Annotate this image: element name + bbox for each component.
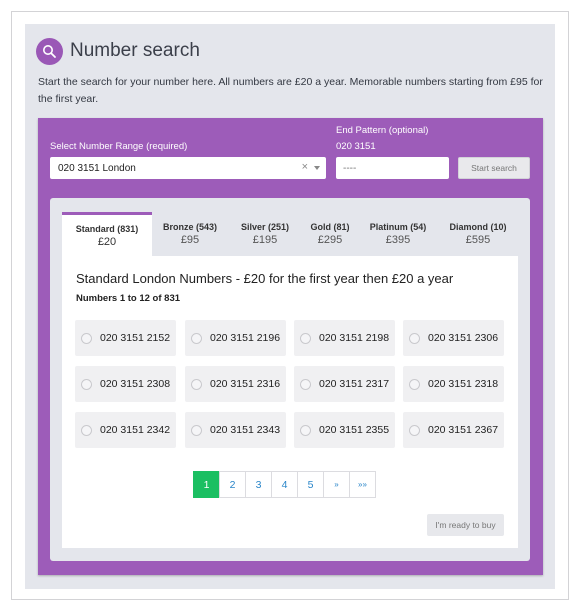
tab-name: Gold (81)	[310, 222, 350, 232]
tab-name: Silver (251)	[240, 222, 290, 232]
last-page-link[interactable]: »»	[349, 471, 376, 498]
radio-icon[interactable]	[191, 424, 202, 436]
phone-number: 020 3151 2198	[319, 332, 390, 344]
phone-number: 020 3151 2317	[319, 378, 390, 390]
tab-price: £20	[97, 235, 117, 248]
clear-icon[interactable]: ×	[302, 161, 308, 173]
radio-icon[interactable]	[191, 332, 202, 344]
radio-icon[interactable]	[81, 332, 92, 344]
tab-price: £595	[465, 234, 491, 246]
magnifier-icon	[36, 37, 63, 65]
number-option[interactable]: 020 3151 2316	[185, 366, 286, 402]
tab-name: Platinum (54)	[369, 222, 427, 232]
radio-icon[interactable]	[409, 378, 420, 390]
start-search-button[interactable]: Start search	[458, 157, 530, 179]
phone-number: 020 3151 2152	[100, 332, 171, 344]
phone-number: 020 3151 2355	[319, 424, 390, 436]
tab-diamond[interactable]: Diamond (10) £595	[438, 212, 518, 256]
number-option[interactable]: 020 3151 2317	[294, 366, 395, 402]
number-option[interactable]: 020 3151 2196	[185, 320, 286, 356]
number-option[interactable]: 020 3151 2367	[403, 412, 504, 448]
number-option[interactable]: 020 3151 2308	[75, 366, 176, 402]
radio-icon[interactable]	[409, 332, 420, 344]
chevron-down-icon[interactable]	[314, 166, 320, 170]
tier-tabs: Standard (831) £20 Bronze (543) £95 Silv…	[62, 212, 518, 256]
number-range-select[interactable]: 020 3151 London ×	[50, 157, 326, 179]
page-title: Number search	[70, 40, 200, 61]
header: Number search	[36, 36, 200, 66]
tab-price: £195	[252, 234, 278, 246]
number-range-value: 020 3151 London	[58, 162, 136, 174]
number-option[interactable]: 020 3151 2342	[75, 412, 176, 448]
phone-number: 020 3151 2342	[100, 424, 171, 436]
radio-icon[interactable]	[81, 378, 92, 390]
tab-price: £395	[385, 234, 411, 246]
radio-icon[interactable]	[300, 424, 311, 436]
phone-number: 020 3151 2316	[210, 378, 281, 390]
number-option[interactable]: 020 3151 2306	[403, 320, 504, 356]
tab-name: Bronze (543)	[162, 222, 217, 232]
number-option[interactable]: 020 3151 2198	[294, 320, 395, 356]
page-2-link[interactable]: 2	[219, 471, 246, 498]
radio-icon[interactable]	[300, 332, 311, 344]
results-count: Numbers 1 to 12 of 831	[76, 293, 181, 304]
page-4-link[interactable]: 4	[271, 471, 298, 498]
range-label: Select Number Range (required)	[50, 141, 188, 152]
tab-platinum[interactable]: Platinum (54) £395	[358, 212, 438, 256]
radio-icon[interactable]	[81, 424, 92, 436]
phone-number: 020 3151 2196	[210, 332, 281, 344]
tab-name: Standard (831)	[75, 223, 139, 234]
page-5-link[interactable]: 5	[297, 471, 324, 498]
tab-standard[interactable]: Standard (831) £20	[62, 212, 152, 256]
radio-icon[interactable]	[409, 424, 420, 436]
pagination: 1 2 3 4 5 » »»	[193, 471, 376, 498]
radio-icon[interactable]	[191, 378, 202, 390]
page-1-link[interactable]: 1	[193, 471, 220, 498]
number-option[interactable]: 020 3151 2355	[294, 412, 395, 448]
number-option[interactable]: 020 3151 2152	[75, 320, 176, 356]
phone-number: 020 3151 2308	[100, 378, 171, 390]
ready-to-buy-button[interactable]: I'm ready to buy	[427, 514, 504, 536]
end-pattern-input[interactable]	[336, 157, 449, 179]
phone-number: 020 3151 2367	[428, 424, 499, 436]
phone-number: 020 3151 2306	[428, 332, 499, 344]
tab-gold[interactable]: Gold (81) £295	[302, 212, 358, 256]
radio-icon[interactable]	[300, 378, 311, 390]
tab-price: £95	[180, 234, 200, 246]
tab-price: £295	[317, 234, 343, 246]
phone-number: 020 3151 2343	[210, 424, 281, 436]
page-3-link[interactable]: 3	[245, 471, 272, 498]
tab-bronze[interactable]: Bronze (543) £95	[152, 212, 228, 256]
tab-silver[interactable]: Silver (251) £195	[228, 212, 302, 256]
intro-text: Start the search for your number here. A…	[38, 76, 543, 105]
number-option[interactable]: 020 3151 2318	[403, 366, 504, 402]
phone-number: 020 3151 2318	[428, 378, 499, 390]
pattern-label: End Pattern (optional)	[336, 125, 429, 136]
results-title: Standard London Numbers - £20 for the fi…	[76, 271, 454, 286]
pattern-prefix: 020 3151	[336, 141, 376, 152]
next-page-link[interactable]: »	[323, 471, 350, 498]
number-option[interactable]: 020 3151 2343	[185, 412, 286, 448]
tab-name: Diamond (10)	[449, 222, 507, 232]
